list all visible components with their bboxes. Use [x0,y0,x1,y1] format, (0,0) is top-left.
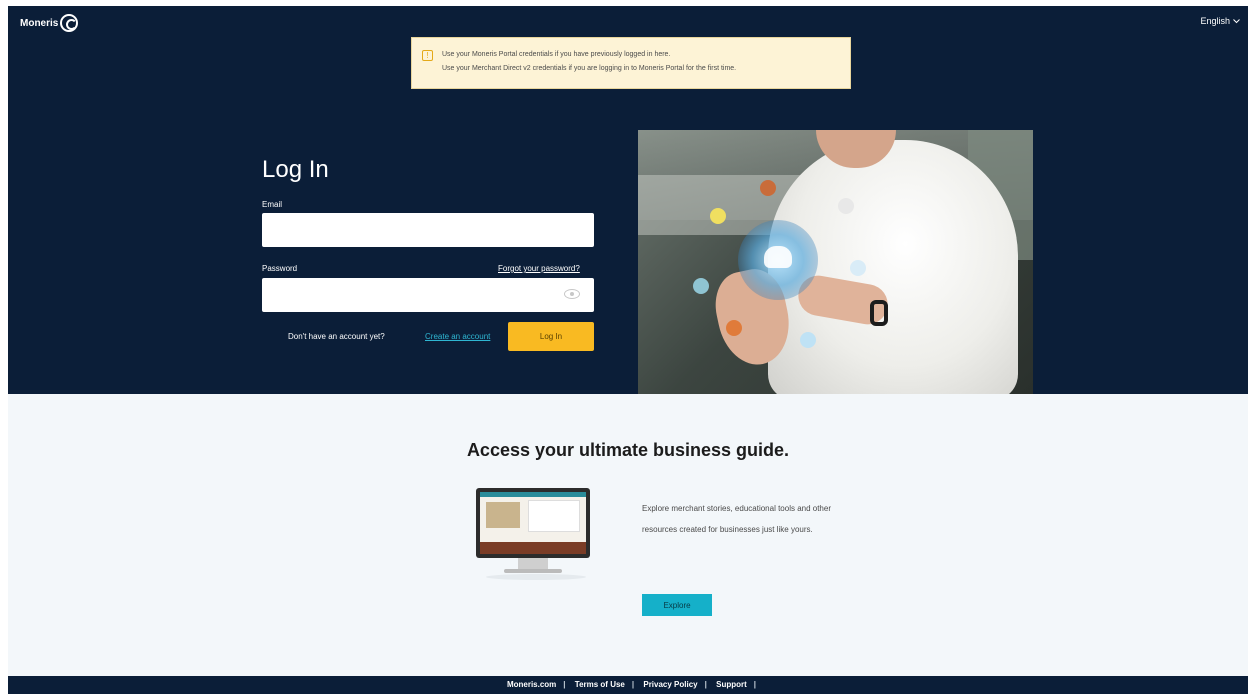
no-account-text: Don't have an account yet? [288,332,385,341]
footer-link-support[interactable]: Support [716,680,747,689]
email-label: Email [262,200,283,209]
login-button[interactable]: Log In [508,322,594,351]
language-label: English [1200,16,1230,26]
footer: Moneris.com | Terms of Use | Privacy Polic… [8,676,1248,694]
monitor-illustration [476,488,590,558]
notice-line-2: Use your Merchant Direct v2 credentials … [442,65,737,72]
monitor-shadow [486,574,586,580]
store-icon [838,198,854,214]
forgot-password-link[interactable]: Forgot your password? [498,264,580,273]
globe-icon [693,278,709,294]
monitor-base [504,569,562,573]
bar-chart-icon [800,332,816,348]
cloud-icon [738,220,818,300]
chevron-down-icon [1233,18,1240,23]
show-password-eye-icon[interactable] [564,289,580,299]
language-selector[interactable]: English [1200,16,1240,26]
notice-line-1: Use your Moneris Portal credentials if y… [442,51,671,58]
footer-link-terms[interactable]: Terms of Use [575,680,625,689]
tag-icon [726,320,742,336]
footer-link-moneris[interactable]: Moneris.com [507,680,556,689]
email-field[interactable] [262,213,594,247]
password-field[interactable] [262,278,594,312]
login-hero: Moneris English ! Use your Moneris Porta… [8,6,1248,394]
info-icon: ! [422,50,433,61]
promo-title: Access your ultimate business guide. [466,440,790,460]
dollar-icon [710,208,726,224]
create-account-link[interactable]: Create an account [425,332,490,341]
moneris-logo[interactable]: Moneris [20,14,79,32]
footer-link-privacy[interactable]: Privacy Policy [643,680,697,689]
hero-photo [638,130,1033,394]
credentials-notice: ! Use your Moneris Portal credentials if… [411,37,851,89]
moneris-logo-icon [60,14,79,32]
cart-icon [760,180,776,196]
promo-description: Explore merchant stories, educational to… [642,504,831,534]
login-title: Log In [262,156,329,183]
chart-icon [850,260,866,276]
explore-button[interactable]: Explore [642,594,712,616]
password-label: Password [262,264,298,273]
page-frame: Moneris English ! Use your Moneris Porta… [8,6,1248,694]
logo-text: Moneris [20,17,59,29]
